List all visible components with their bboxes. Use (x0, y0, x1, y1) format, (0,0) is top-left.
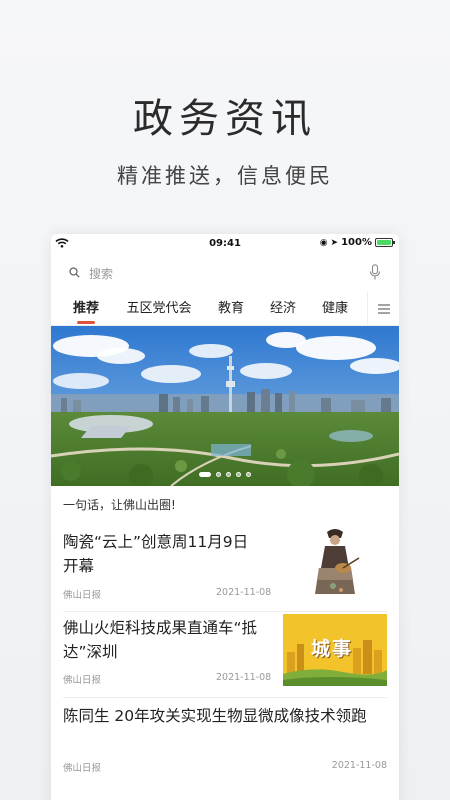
tab-economy[interactable]: 经济 (267, 292, 299, 326)
news-title[interactable]: 佛山火炬科技成果直通车“抵达”深圳 (63, 616, 268, 664)
news-date: 2021-11-08 (216, 587, 272, 598)
news-item[interactable]: 陈同生 20年攻关实现生物显微成像技术领跑 佛山日报 2021-11-08 (63, 698, 387, 788)
menu-icon[interactable] (367, 292, 399, 326)
search-input[interactable]: 搜索 (89, 265, 113, 282)
ceramic-figure-image (283, 524, 387, 596)
news-thumbnail[interactable] (283, 524, 387, 596)
carousel-dot[interactable] (226, 472, 231, 477)
microphone-icon[interactable] (369, 264, 381, 281)
carousel-dot[interactable] (199, 472, 211, 477)
battery-icon (375, 238, 395, 247)
carousel-dot[interactable] (236, 472, 241, 477)
tab-education[interactable]: 教育 (215, 292, 247, 326)
banner-carousel[interactable] (51, 326, 399, 486)
news-source: 佛山日报 (63, 675, 102, 686)
status-bar: 09:41 ◉ ➤ 100% (51, 234, 399, 254)
phone-screen: 09:41 ◉ ➤ 100% 搜索 推荐 五区党代会 教育 经济 健康 一句话，… (51, 234, 399, 800)
carousel-indicator[interactable] (51, 472, 399, 477)
lock-rotation-icon: ◉ (319, 237, 328, 248)
news-title[interactable]: 陈同生 20年攻关实现生物显微成像技术领跑 (63, 704, 387, 728)
news-date: 2021-11-08 (331, 760, 387, 771)
thumbnail-text: 城事 (311, 638, 354, 660)
banner-image (51, 326, 399, 486)
news-title[interactable]: 陶瓷“云上”创意周11月9日开幕 (63, 530, 263, 578)
search-bar[interactable]: 搜索 (51, 254, 399, 292)
battery-percent: 100% (341, 237, 372, 248)
carousel-dot[interactable] (246, 472, 251, 477)
promo-subtitle: 精准推送，信息便民 (117, 164, 333, 188)
news-item[interactable]: 佛山火炬科技成果直通车“抵达”深圳 佛山日报 2021-11-08 城事 (63, 612, 387, 698)
tab-health[interactable]: 健康 (319, 292, 351, 326)
search-icon (69, 267, 80, 278)
category-tabs: 推荐 五区党代会 教育 经济 健康 (51, 292, 399, 326)
promo-title: 政务资讯 (133, 96, 317, 142)
news-source: 佛山日报 (63, 590, 102, 601)
banner-caption[interactable]: 一句话，让佛山出圈! (51, 486, 399, 520)
tab-recommend[interactable]: 推荐 (71, 292, 101, 326)
carousel-dot[interactable] (216, 472, 221, 477)
news-item[interactable]: 陶瓷“云上”创意周11月9日开幕 佛山日报 2021-11-08 (63, 520, 387, 612)
tab-party-congress[interactable]: 五区党代会 (123, 292, 195, 326)
location-icon: ➤ (330, 237, 339, 248)
news-thumbnail[interactable]: 城事 (283, 614, 387, 686)
news-date: 2021-11-08 (216, 672, 272, 683)
news-source: 佛山日报 (63, 763, 102, 774)
